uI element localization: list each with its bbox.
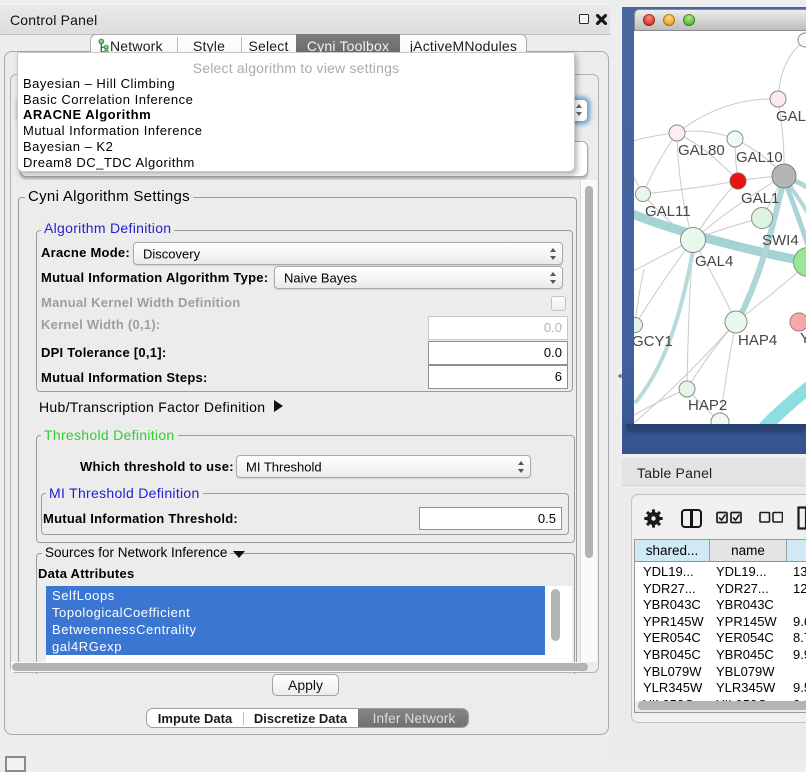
svg-text:HAP2: HAP2 — [688, 397, 727, 414]
svg-text:GAL10: GAL10 — [736, 149, 783, 166]
svg-text:GAL1: GAL1 — [741, 190, 779, 207]
svg-text:GAL80: GAL80 — [678, 142, 725, 159]
svg-text:SWI4: SWI4 — [762, 232, 799, 249]
svg-text:GAL11: GAL11 — [645, 203, 691, 220]
svg-text:GCY1: GCY1 — [634, 333, 673, 350]
svg-text:Y: Y — [800, 330, 806, 347]
svg-text:GAL4: GAL4 — [695, 253, 733, 270]
svg-text:HAP4: HAP4 — [738, 332, 777, 349]
svg-text:GAL2: GAL2 — [776, 108, 806, 125]
